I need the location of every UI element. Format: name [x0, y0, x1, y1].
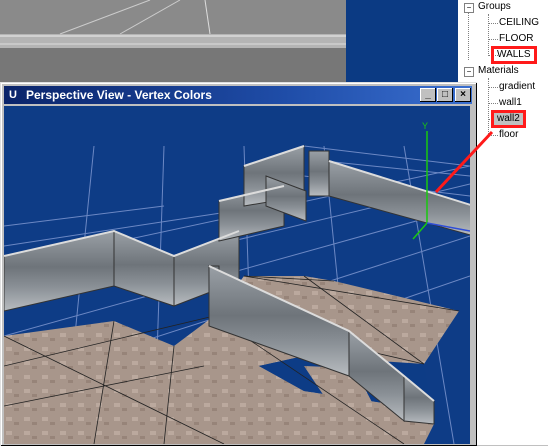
minimize-button[interactable]: _: [420, 88, 436, 102]
viewport-scene: Y: [4, 121, 470, 444]
svg-text:Y: Y: [422, 121, 428, 131]
tree-node-materials[interactable]: Materials: [478, 65, 519, 77]
tree-node-wall1[interactable]: wall1: [499, 97, 522, 109]
background-viewport: [0, 0, 346, 82]
perspective-viewport[interactable]: Y: [4, 106, 470, 444]
background-viewport-blue: [346, 0, 456, 84]
tree-node-ceiling[interactable]: CEILING: [499, 17, 539, 29]
app-icon: U: [9, 89, 17, 101]
background-viewport-scene: [0, 0, 346, 82]
tree-node-groups[interactable]: Groups: [478, 1, 511, 13]
materials-collapse-toggle[interactable]: −: [464, 67, 474, 77]
close-button[interactable]: ×: [455, 88, 471, 102]
perspective-window[interactable]: U Perspective View - Vertex Colors _ □ ×: [0, 82, 477, 446]
window-title: Perspective View - Vertex Colors: [26, 88, 212, 102]
groups-collapse-toggle[interactable]: −: [464, 3, 474, 13]
tree-node-floor[interactable]: FLOOR: [499, 33, 533, 45]
maximize-button[interactable]: □: [437, 88, 453, 102]
tree-node-floor-material[interactable]: floor: [499, 129, 518, 141]
tree-node-gradient[interactable]: gradient: [499, 81, 535, 93]
tree-node-wall2[interactable]: wall2: [491, 110, 526, 128]
tree-node-walls[interactable]: WALLS: [491, 46, 537, 64]
window-titlebar[interactable]: U Perspective View - Vertex Colors _ □ ×: [4, 86, 472, 104]
